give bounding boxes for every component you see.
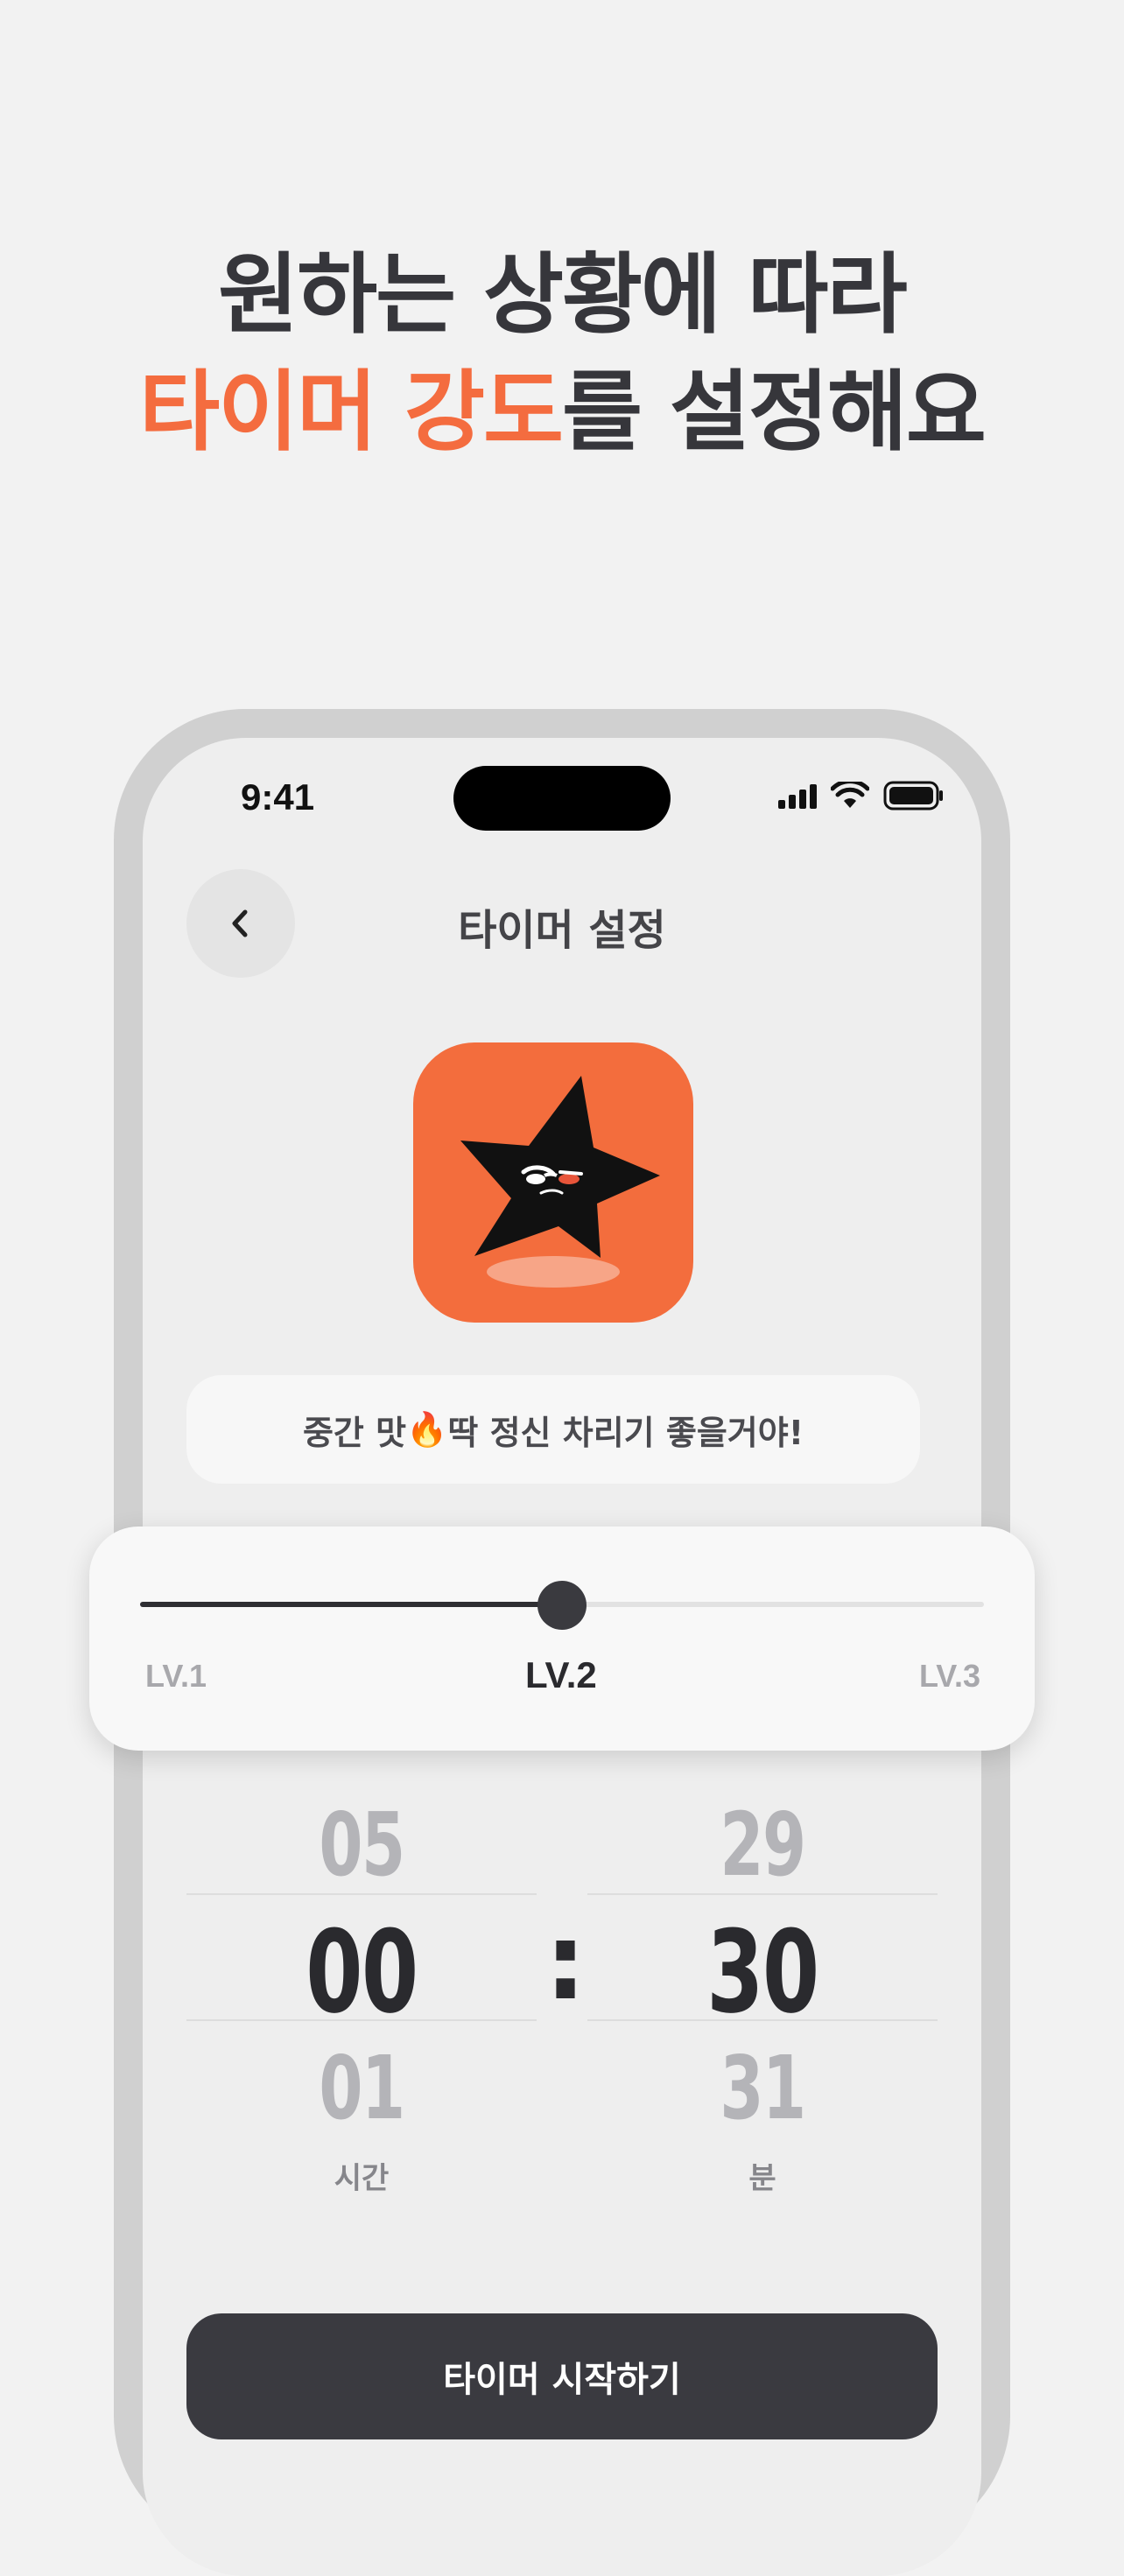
minute-unit-label: 분 [748, 2161, 776, 2196]
battery-icon [883, 781, 943, 811]
picker-divider [587, 2019, 938, 2021]
time-separator: : [544, 1902, 587, 2024]
page-title: 타이머 설정 [458, 906, 666, 955]
headline-accent-text: 타이머 강도 [139, 361, 564, 463]
headline-line-1: 원하는 상황에 따라 [218, 243, 908, 346]
level-option-2[interactable]: LV.2 [525, 1654, 597, 1696]
picker-divider [186, 2019, 537, 2021]
picker-divider [587, 1893, 938, 1895]
intensity-slider-thumb[interactable] [537, 1581, 587, 1630]
hour-unit-label: 시간 [334, 2161, 390, 2196]
picker-divider [186, 1893, 537, 1895]
intensity-slider-fill [140, 1602, 562, 1607]
status-icons [778, 780, 945, 811]
minute-next-value[interactable]: 31 [636, 2037, 889, 2139]
level-option-3[interactable]: LV.3 [919, 1658, 980, 1695]
status-time: 9:41 [241, 776, 315, 818]
start-timer-button[interactable]: 타이머 시작하기 [186, 2313, 938, 2439]
level-option-1[interactable]: LV.1 [145, 1658, 207, 1695]
marketing-headline: 원하는 상황에 따라 타이머 강도를 설정해요 [0, 236, 1124, 471]
cellular-signal-icon [778, 783, 817, 809]
intensity-slider-card: LV.1 LV.2 LV.3 [89, 1527, 1035, 1751]
fire-emoji-icon: 🔥 [406, 1409, 448, 1449]
headline-line-2: 타이머 강도를 설정해요 [0, 354, 1124, 471]
headline-rest-text: 를 설정해요 [562, 361, 987, 463]
dynamic-island [453, 766, 671, 831]
intensity-message: 중간 맛 🔥 딱 정신 차리기 좋을거야! [186, 1375, 920, 1484]
message-text-before: 중간 맛 [302, 1413, 407, 1452]
hour-prev-value[interactable]: 05 [235, 1793, 488, 1896]
angry-star-icon [460, 1076, 660, 1288]
wifi-icon [831, 782, 869, 808]
mascot-image [413, 1042, 693, 1323]
minute-prev-value[interactable]: 29 [636, 1793, 889, 1896]
message-text-after: 딱 정신 차리기 좋을거야! [447, 1413, 804, 1452]
hour-next-value[interactable]: 01 [235, 2037, 488, 2139]
